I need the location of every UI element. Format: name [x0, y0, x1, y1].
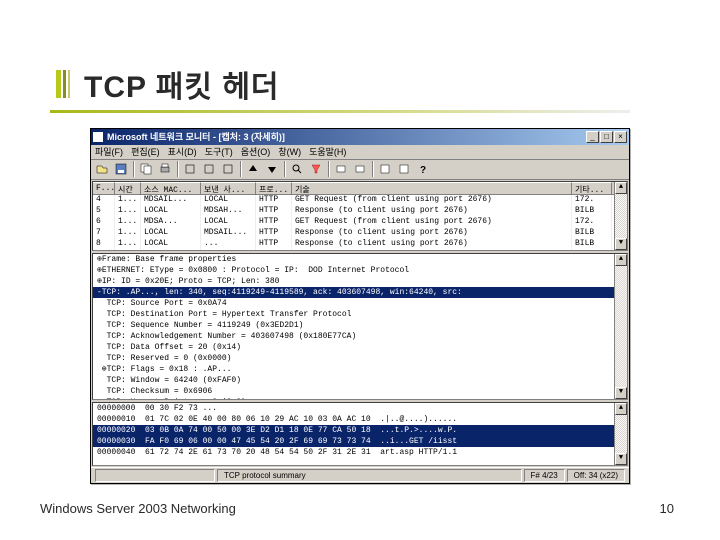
detail-line[interactable]: ⊕ETHERNET: EType = 0x0800 : Protocol = I… — [93, 265, 627, 276]
print-icon[interactable] — [156, 161, 174, 177]
grid-body: 41...MDSAIL...LOCALHTTPGET Request (from… — [93, 195, 627, 250]
tool-icon[interactable] — [200, 161, 218, 177]
menu-file[interactable]: 파일(F) — [95, 145, 123, 158]
page-number: 10 — [660, 501, 674, 516]
table-row[interactable]: 81...LOCAL...HTTPResponse (to client usi… — [93, 239, 627, 250]
close-button[interactable]: × — [614, 131, 627, 143]
toolbar-separator — [240, 161, 241, 177]
app-icon — [93, 132, 103, 142]
toolbar-separator — [133, 161, 134, 177]
detail-line[interactable]: TCP: Destination Port = Hypertext Transf… — [93, 309, 627, 320]
statusbar: TCP protocol summary F# 4/23 Off: 34 (x2… — [91, 467, 629, 483]
table-row[interactable]: 71...LOCALMDSAIL...HTTPResponse (to clie… — [93, 228, 627, 239]
frame-list-pane[interactable]: F... 시간 소스 MAC... 보낸 사... 프로... 기술 기타...… — [92, 181, 628, 251]
detail-line[interactable]: TCP: Source Port = 0x0A74 — [93, 298, 627, 309]
col-dst[interactable]: 보낸 사... — [201, 182, 256, 194]
menu-help[interactable]: 도움말(H) — [309, 145, 346, 158]
toolbar-separator — [372, 161, 373, 177]
detail-line-selected[interactable]: -TCP: .AP..., len: 340, seq:4119249-4119… — [93, 287, 627, 298]
tool-icon[interactable] — [219, 161, 237, 177]
toolbar-separator — [284, 161, 285, 177]
svg-text:?: ? — [420, 165, 426, 175]
scroll-up-icon[interactable]: ▲ — [615, 403, 627, 415]
up-arrow-icon[interactable] — [244, 161, 262, 177]
help-icon[interactable]: ? — [414, 161, 432, 177]
hex-line[interactable]: 00000010 01 7C 02 0E 40 00 80 06 10 29 A… — [93, 414, 627, 425]
slide-title-block: TCP 패킷 헤더 — [56, 62, 280, 106]
detail-line[interactable]: TCP: Urgent Pointer = 0 (0x0) — [93, 397, 627, 401]
minimize-button[interactable]: _ — [586, 131, 599, 143]
hex-dump-pane[interactable]: 00000000 00 30 F2 73 ... 00000010 01 7C … — [92, 402, 628, 466]
tool-icon[interactable] — [351, 161, 369, 177]
status-offset: Off: 34 (x22) — [567, 469, 625, 482]
col-other[interactable]: 기타... — [572, 182, 612, 194]
hex-line[interactable]: 00000000 00 30 F2 73 ... — [93, 403, 627, 414]
menu-options[interactable]: 옵션(O) — [241, 145, 271, 158]
tool-icon[interactable] — [181, 161, 199, 177]
scroll-down-icon[interactable]: ▼ — [615, 238, 627, 250]
menubar: 파일(F) 편집(E) 표시(D) 도구(T) 옵션(O) 창(W) 도움말(H… — [91, 145, 629, 160]
detail-line[interactable]: ⊕Frame: Base frame properties — [93, 254, 627, 265]
network-monitor-window: Microsoft 네트워크 모니터 - [캡처: 3 (자세히)] _ □ ×… — [90, 128, 630, 484]
title-bullet-icon — [56, 70, 72, 98]
status-cell — [95, 469, 215, 482]
detail-line[interactable]: ⊕IP: ID = 0x20E; Proto = TCP; Len: 380 — [93, 276, 627, 287]
title-underline — [50, 110, 630, 113]
protocol-detail-pane[interactable]: ⊕Frame: Base frame properties ⊕ETHERNET:… — [92, 253, 628, 401]
hex-line[interactable]: 00000040 61 72 74 2E 61 73 70 20 48 54 5… — [93, 447, 627, 458]
window-title: Microsoft 네트워크 모니터 - [캡처: 3 (자세히)] — [107, 130, 586, 143]
filter-icon[interactable] — [307, 161, 325, 177]
toolbar-separator — [177, 161, 178, 177]
grid-header: F... 시간 소스 MAC... 보낸 사... 프로... 기술 기타... — [93, 182, 627, 195]
down-arrow-icon[interactable] — [263, 161, 281, 177]
col-time[interactable]: 시간 — [115, 182, 141, 194]
hex-line-selected[interactable]: 00000030 FA F0 69 06 00 00 47 45 54 20 2… — [93, 436, 627, 447]
detail-line[interactable]: TCP: Acknowledgement Number = 403607498 … — [93, 331, 627, 342]
save-icon[interactable] — [112, 161, 130, 177]
scrollbar[interactable]: ▲▼ — [614, 182, 627, 250]
tool-icon[interactable] — [395, 161, 413, 177]
detail-line[interactable]: TCP: Window = 64240 (0xFAF0) — [93, 375, 627, 386]
status-summary: TCP protocol summary — [217, 469, 522, 482]
scroll-up-icon[interactable]: ▲ — [615, 182, 627, 194]
tool-icon[interactable] — [332, 161, 350, 177]
copy-icon[interactable] — [137, 161, 155, 177]
table-row[interactable]: 41...MDSAIL...LOCALHTTPGET Request (from… — [93, 195, 627, 206]
maximize-button[interactable]: □ — [600, 131, 613, 143]
open-icon[interactable] — [93, 161, 111, 177]
scrollbar[interactable]: ▲▼ — [614, 254, 627, 400]
toolbar: ? — [91, 160, 629, 180]
col-desc[interactable]: 기술 — [292, 182, 572, 194]
detail-line[interactable]: TCP: Reserved = 0 (0x0000) — [93, 353, 627, 364]
menu-display[interactable]: 표시(D) — [168, 145, 197, 158]
titlebar[interactable]: Microsoft 네트워크 모니터 - [캡처: 3 (자세히)] _ □ × — [91, 129, 629, 145]
detail-line[interactable]: ⊕TCP: Flags = 0x18 : .AP... — [93, 364, 627, 375]
tool-icon[interactable] — [376, 161, 394, 177]
hex-line-selected[interactable]: 00000020 03 0B 0A 74 00 50 00 3E D2 D1 1… — [93, 425, 627, 436]
slide-footer: Windows Server 2003 Networking — [40, 501, 236, 516]
detail-line[interactable]: TCP: Data Offset = 20 (0x14) — [93, 342, 627, 353]
table-row[interactable]: 51...LOCALMDSAH...HTTPResponse (to clien… — [93, 206, 627, 217]
toolbar-separator — [328, 161, 329, 177]
col-src[interactable]: 소스 MAC... — [141, 182, 201, 194]
detail-line[interactable]: TCP: Checksum = 0x6906 — [93, 386, 627, 397]
menu-window[interactable]: 창(W) — [278, 145, 301, 158]
menu-tools[interactable]: 도구(T) — [205, 145, 233, 158]
slide-title: TCP 패킷 헤더 — [84, 62, 280, 106]
col-frame[interactable]: F... — [93, 182, 115, 194]
status-frame-count: F# 4/23 — [524, 469, 565, 482]
scroll-down-icon[interactable]: ▼ — [615, 387, 627, 399]
find-icon[interactable] — [288, 161, 306, 177]
menu-edit[interactable]: 편집(E) — [131, 145, 160, 158]
scroll-up-icon[interactable]: ▲ — [615, 254, 627, 266]
scroll-down-icon[interactable]: ▼ — [615, 453, 627, 465]
detail-line[interactable]: TCP: Sequence Number = 4119249 (0x3ED2D1… — [93, 320, 627, 331]
col-proto[interactable]: 프로... — [256, 182, 292, 194]
scrollbar[interactable]: ▲▼ — [614, 403, 627, 465]
table-row[interactable]: 61...MDSA...LOCALHTTPGET Request (from c… — [93, 217, 627, 228]
